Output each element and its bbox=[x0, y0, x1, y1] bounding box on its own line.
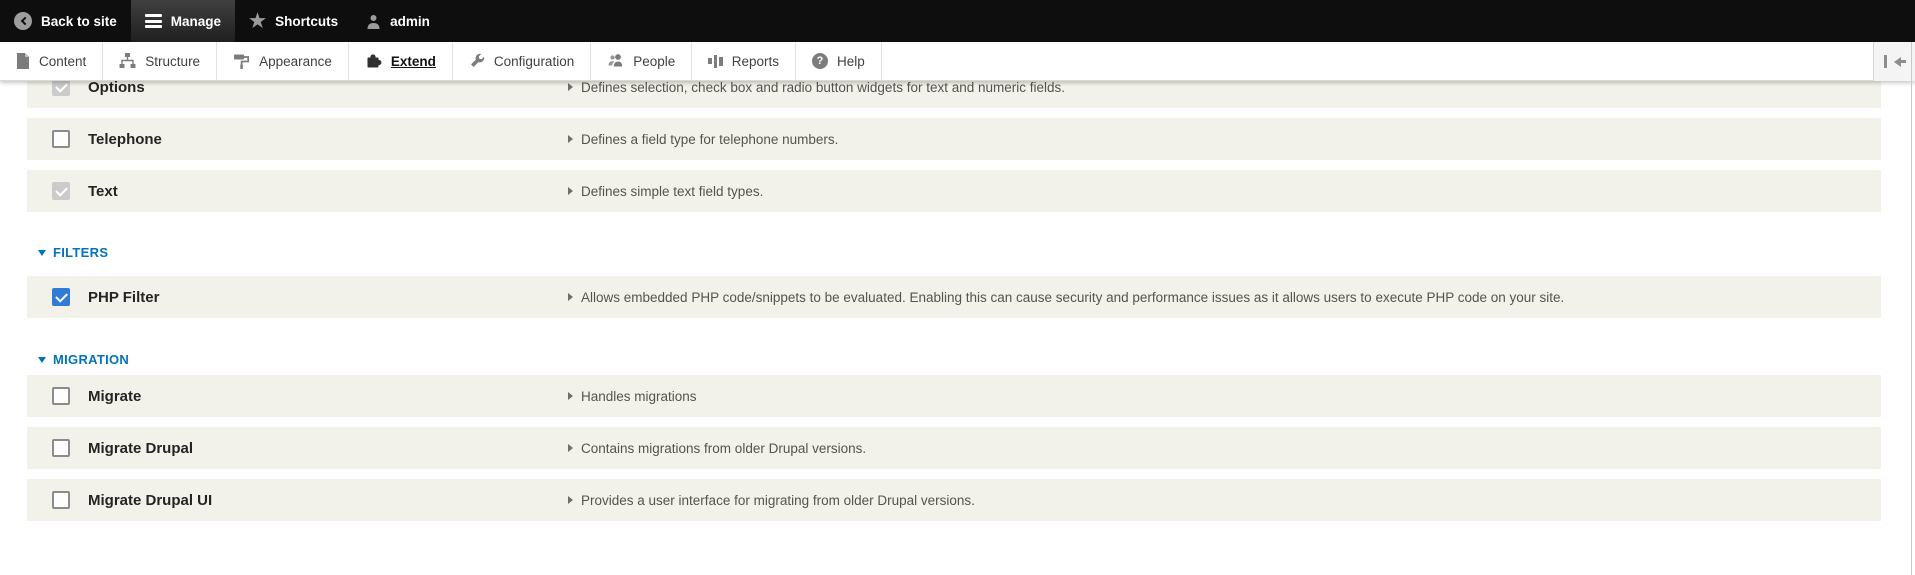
tab-label: People bbox=[633, 53, 676, 69]
module-description: Allows embedded PHP code/snippets to be … bbox=[581, 289, 1565, 305]
wrench-icon bbox=[469, 53, 485, 69]
details-twisty-icon bbox=[568, 83, 573, 91]
paintbrush-icon bbox=[233, 53, 250, 69]
module-description-summary[interactable]: Provides a user interface for migrating … bbox=[568, 479, 975, 521]
manage-label: Manage bbox=[170, 13, 222, 29]
section-migration: MIGRATION Migrate Handles migrations Mig… bbox=[0, 352, 1915, 521]
module-row-telephone: Telephone Defines a field type for telep… bbox=[27, 118, 1881, 160]
section-header-filters[interactable]: FILTERS bbox=[38, 245, 1915, 260]
scrollbar[interactable] bbox=[1911, 42, 1912, 575]
module-description-summary[interactable]: Allows embedded PHP code/snippets to be … bbox=[568, 276, 1564, 318]
module-description: Contains migrations from older Drupal ve… bbox=[581, 440, 867, 456]
module-description: Handles migrations bbox=[581, 388, 697, 404]
section-header-migration[interactable]: MIGRATION bbox=[38, 352, 1915, 367]
tab-people[interactable]: People bbox=[591, 42, 693, 80]
tab-label: Extend bbox=[390, 53, 436, 69]
section-title: FILTERS bbox=[53, 245, 109, 260]
back-arrow-icon bbox=[14, 12, 32, 30]
sitemap-icon bbox=[119, 53, 136, 69]
modules-list: Options Defines selection, check box and… bbox=[0, 66, 1915, 531]
help-icon bbox=[812, 53, 829, 69]
module-description: Defines simple text field types. bbox=[581, 183, 764, 199]
tab-label: Content bbox=[39, 53, 87, 69]
module-checkbox[interactable] bbox=[52, 491, 70, 509]
module-checkbox[interactable] bbox=[52, 439, 70, 457]
module-name: Migrate bbox=[88, 387, 142, 405]
back-to-site-label: Back to site bbox=[41, 13, 117, 29]
details-twisty-icon bbox=[568, 187, 573, 195]
module-name: Migrate Drupal bbox=[88, 439, 194, 457]
details-twisty-icon bbox=[568, 444, 573, 452]
tab-label: Structure bbox=[145, 53, 201, 69]
tab-appearance[interactable]: Appearance bbox=[217, 42, 349, 80]
document-icon bbox=[16, 53, 30, 69]
section-field-types: Options Defines selection, check box and… bbox=[0, 66, 1915, 212]
chevron-down-icon bbox=[38, 249, 46, 256]
user-icon bbox=[366, 14, 381, 29]
module-name: Text bbox=[88, 182, 118, 200]
star-icon bbox=[249, 12, 266, 31]
tab-structure[interactable]: Structure bbox=[103, 42, 218, 80]
module-description: Defines selection, check box and radio b… bbox=[581, 79, 1066, 95]
module-name: PHP Filter bbox=[88, 288, 160, 306]
module-row-text: Text Defines simple text field types. bbox=[27, 170, 1881, 212]
hamburger-menu-icon bbox=[144, 14, 162, 28]
module-row-php-filter: PHP Filter Allows embedded PHP code/snip… bbox=[27, 276, 1881, 318]
tab-content[interactable]: Content bbox=[0, 42, 104, 80]
admin-toolbar: Back to site Manage Shortcuts admin bbox=[0, 0, 1915, 42]
tab-label: Help bbox=[837, 53, 865, 69]
manage-tab[interactable]: Manage bbox=[130, 0, 236, 42]
module-description-summary[interactable]: Defines a field type for telephone numbe… bbox=[568, 118, 838, 160]
bar-chart-icon bbox=[708, 54, 723, 68]
tab-help[interactable]: Help bbox=[796, 42, 882, 80]
module-name: Telephone bbox=[88, 130, 162, 148]
tab-reports[interactable]: Reports bbox=[692, 42, 797, 80]
username-label: admin bbox=[390, 13, 430, 29]
module-description-summary[interactable]: Handles migrations bbox=[568, 375, 697, 417]
details-twisty-icon bbox=[568, 135, 573, 143]
back-to-site-button[interactable]: Back to site bbox=[0, 0, 131, 42]
tab-label: Reports bbox=[731, 53, 780, 69]
module-description: Provides a user interface for migrating … bbox=[581, 492, 975, 508]
module-name: Migrate Drupal UI bbox=[88, 491, 213, 509]
module-row-migrate: Migrate Handles migrations bbox=[27, 375, 1881, 417]
section-filters: FILTERS PHP Filter Allows embedded PHP c… bbox=[0, 245, 1915, 318]
details-twisty-icon bbox=[568, 392, 573, 400]
module-checkbox[interactable] bbox=[52, 130, 70, 148]
people-icon bbox=[607, 53, 624, 69]
details-twisty-icon bbox=[568, 293, 573, 301]
admin-menu-tray: Content Structure Appearance Extend Conf… bbox=[0, 42, 1915, 81]
tab-label: Appearance bbox=[259, 53, 332, 69]
module-checkbox[interactable] bbox=[52, 387, 70, 405]
tab-label: Configuration bbox=[493, 53, 575, 69]
module-description: Defines a field type for telephone numbe… bbox=[581, 131, 839, 147]
module-row-migrate-drupal: Migrate Drupal Contains migrations from … bbox=[27, 427, 1881, 469]
chevron-down-icon bbox=[38, 356, 46, 363]
module-checkbox bbox=[52, 182, 70, 200]
module-description-summary[interactable]: Defines simple text field types. bbox=[568, 170, 763, 212]
toolbar-orientation-toggle-button[interactable] bbox=[1873, 42, 1915, 81]
details-twisty-icon bbox=[568, 496, 573, 504]
shortcuts-label: Shortcuts bbox=[275, 13, 339, 29]
user-menu[interactable]: admin bbox=[352, 0, 444, 42]
tab-extend[interactable]: Extend bbox=[348, 42, 453, 80]
module-checkbox[interactable] bbox=[52, 288, 70, 306]
module-description-summary[interactable]: Contains migrations from older Drupal ve… bbox=[568, 427, 866, 469]
module-row-migrate-drupal-ui: Migrate Drupal UI Provides a user interf… bbox=[27, 479, 1881, 521]
puzzle-icon bbox=[365, 53, 382, 69]
shortcuts-tab[interactable]: Shortcuts bbox=[235, 0, 352, 42]
tab-configuration[interactable]: Configuration bbox=[452, 42, 592, 80]
collapse-left-icon bbox=[1883, 55, 1906, 68]
section-title: MIGRATION bbox=[53, 352, 130, 367]
